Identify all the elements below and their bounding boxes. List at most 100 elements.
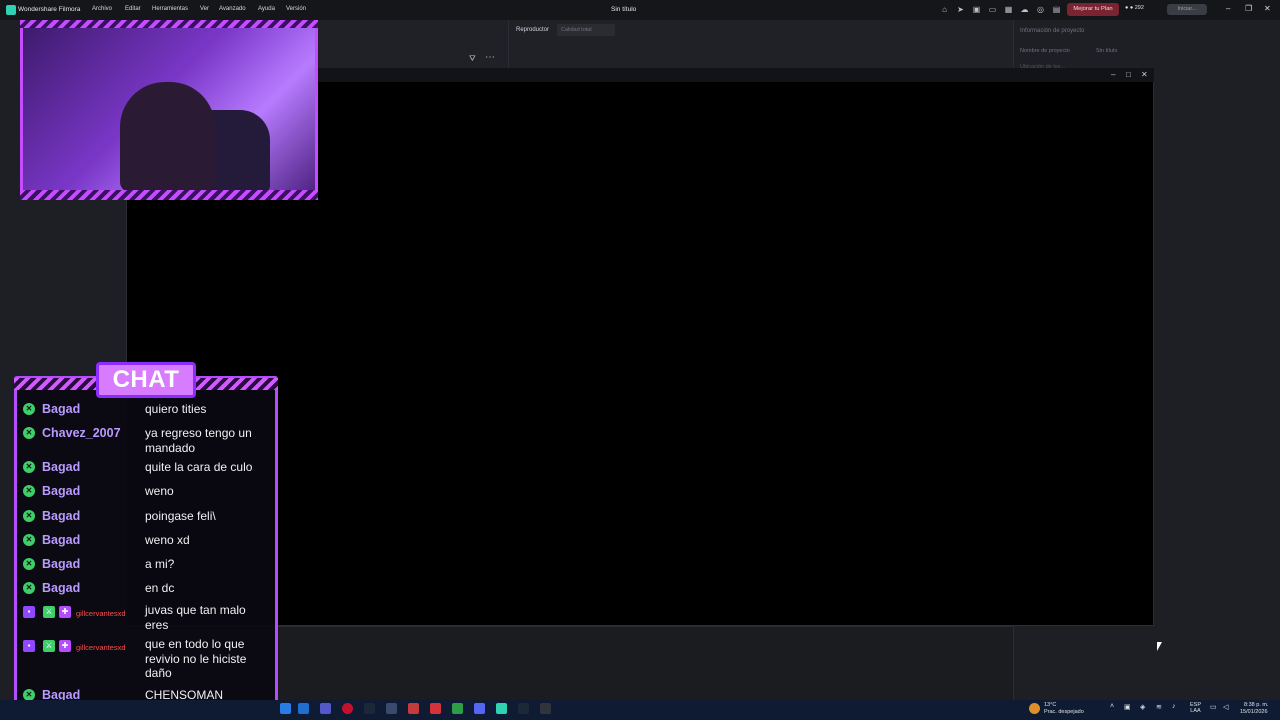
notification-icon[interactable]: ▤ (1052, 5, 1061, 14)
xbox-badge-icon: ✕ (23, 558, 35, 570)
wps-icon[interactable] (430, 703, 441, 714)
filmora-taskbar-icon[interactable] (496, 703, 507, 714)
app-name: Wondershare Filmora (18, 6, 81, 13)
close-icon[interactable]: ✕ (1264, 4, 1271, 13)
project-info-title: Información de proyecto (1020, 28, 1085, 34)
login-button[interactable]: Iniciar... (1167, 4, 1207, 15)
chat-username: Bagad (42, 557, 81, 571)
chat-username: Bagad (42, 460, 81, 474)
mouse-cursor-icon (1157, 642, 1162, 651)
tray-app-icon[interactable]: ▣ (1124, 703, 1131, 711)
menu-herramientas[interactable]: Herramientas (152, 6, 188, 12)
xbox-badge-icon: ✕ (23, 461, 35, 473)
save-icon[interactable]: ▣ (972, 5, 981, 14)
chat-text: ya regreso tengo un mandado (145, 426, 252, 455)
windows-taskbar (0, 700, 1280, 720)
valorant-icon[interactable] (408, 703, 419, 714)
project-name-label: Nombre de proyecto (1020, 48, 1070, 54)
menu-avanzado[interactable]: Avanzado (219, 6, 246, 12)
minimize-icon[interactable]: – (1226, 4, 1230, 13)
menu-version[interactable]: Versión (286, 6, 306, 12)
quality-select[interactable]: Calidad total (557, 24, 615, 36)
sub-badge-icon: ✚ (59, 606, 71, 618)
menu-ver[interactable]: Ver (200, 6, 209, 12)
chat-text: que en todo lo que revivio no le hiciste… (145, 637, 247, 680)
filmora-logo-icon (6, 5, 16, 15)
tray-network-icon[interactable]: ▭ (1210, 703, 1217, 711)
xbox-badge-icon: ✕ (23, 534, 35, 546)
menu-archivo[interactable]: Archivo (92, 6, 112, 12)
gift-icon[interactable]: ⌂ (940, 5, 949, 14)
preview-maximize-icon[interactable]: □ (1126, 70, 1131, 79)
tray-shield-icon[interactable]: ◈ (1140, 703, 1145, 711)
tray-mic-icon[interactable]: ♪ (1172, 703, 1176, 710)
tray-volume-icon[interactable]: ◁ (1223, 703, 1228, 711)
filter-icon[interactable]: ⛛ (469, 54, 476, 64)
xbox-badge-icon: ✕ (23, 403, 35, 415)
language-indicator[interactable]: ESP LAA (1190, 702, 1201, 714)
clock-time[interactable]: 8:38 p. m. (1244, 702, 1268, 708)
cloud-icon[interactable]: ☁ (1020, 5, 1029, 14)
steam-taskbar-icon[interactable] (518, 703, 529, 714)
chat-username: Chavez_2007 (42, 426, 121, 440)
xbox-badge-icon: ✕ (23, 510, 35, 522)
grid-icon[interactable]: ▦ (1004, 5, 1013, 14)
steam-icon[interactable] (364, 703, 375, 714)
menu-ayuda[interactable]: Ayuda (258, 6, 275, 12)
xbox-icon[interactable] (452, 703, 463, 714)
file-explorer-icon[interactable] (280, 703, 291, 714)
xbox-badge-icon: ✕ (23, 427, 35, 439)
chat-text: juvas que tan malo eres (145, 603, 246, 632)
preview-close-icon[interactable]: ✕ (1141, 70, 1148, 79)
player-label: Reproductor (516, 27, 550, 33)
chat-username: Bagad (42, 581, 81, 595)
twitch-badge-icon: ▪ (23, 606, 35, 618)
opera-icon[interactable] (342, 703, 353, 714)
chat-username: gillcervantesxd (76, 609, 126, 618)
chat-text: quite la cara de culo (145, 460, 253, 474)
webcam-person (120, 82, 215, 192)
chat-username: gillcervantesxd (76, 643, 126, 652)
vim-icon[interactable] (386, 703, 397, 714)
obs-icon[interactable] (540, 703, 551, 714)
restore-icon[interactable]: ❐ (1245, 4, 1252, 13)
outlook-icon[interactable] (298, 703, 309, 714)
language-layout: LAA (1190, 708, 1201, 714)
document-title: Sin título (611, 6, 637, 13)
chat-text: weno xd (145, 533, 190, 547)
weather-icon[interactable] (1029, 703, 1040, 714)
webcam-frame-stripe-top (20, 20, 318, 28)
chat-username: Bagad (42, 533, 81, 547)
sword-badge-icon: ⚔ (43, 606, 55, 618)
project-name-value: Sin título (1096, 48, 1118, 54)
more-options-icon[interactable]: ⋯ (485, 52, 495, 63)
xbox-badge-icon: ✕ (23, 485, 35, 497)
menu-editar[interactable]: Editar (125, 6, 141, 12)
webcam-frame-stripe-bottom (20, 190, 318, 200)
chat-text: poingase feli\ (145, 509, 216, 523)
chat-text: weno (145, 484, 174, 498)
headset-icon[interactable]: ◎ (1036, 5, 1045, 14)
weather-temperature[interactable]: 13°C (1044, 702, 1056, 708)
sword-badge-icon: ⚔ (43, 640, 55, 652)
credits-value: 292 (1134, 5, 1144, 11)
chat-text: en dc (145, 581, 175, 595)
teams-icon[interactable] (320, 703, 331, 714)
sub-badge-icon: ✚ (59, 640, 71, 652)
chat-username: Bagad (42, 402, 81, 416)
send-icon[interactable]: ➤ (956, 5, 965, 14)
discord-icon[interactable] (474, 703, 485, 714)
upgrade-plan-button[interactable]: Mejorar tu Plan (1067, 3, 1119, 16)
tray-wifi-icon[interactable]: ≋ (1156, 703, 1162, 711)
xbox-badge-icon: ✕ (23, 582, 35, 594)
weather-description[interactable]: Prac. despejado (1044, 709, 1084, 715)
credits-counter[interactable]: ● ● 292 (1125, 5, 1144, 11)
tray-chevron-icon[interactable]: ˄ (1110, 703, 1114, 710)
chat-text: a mi? (145, 557, 175, 571)
chat-username: Bagad (42, 509, 81, 523)
preview-minimize-icon[interactable]: – (1111, 70, 1115, 79)
chat-text: quiero tities (145, 402, 207, 416)
clock-date[interactable]: 15/01/2026 (1240, 709, 1268, 715)
chat-username: Bagad (42, 484, 81, 498)
screen-icon[interactable]: ▭ (988, 5, 997, 14)
